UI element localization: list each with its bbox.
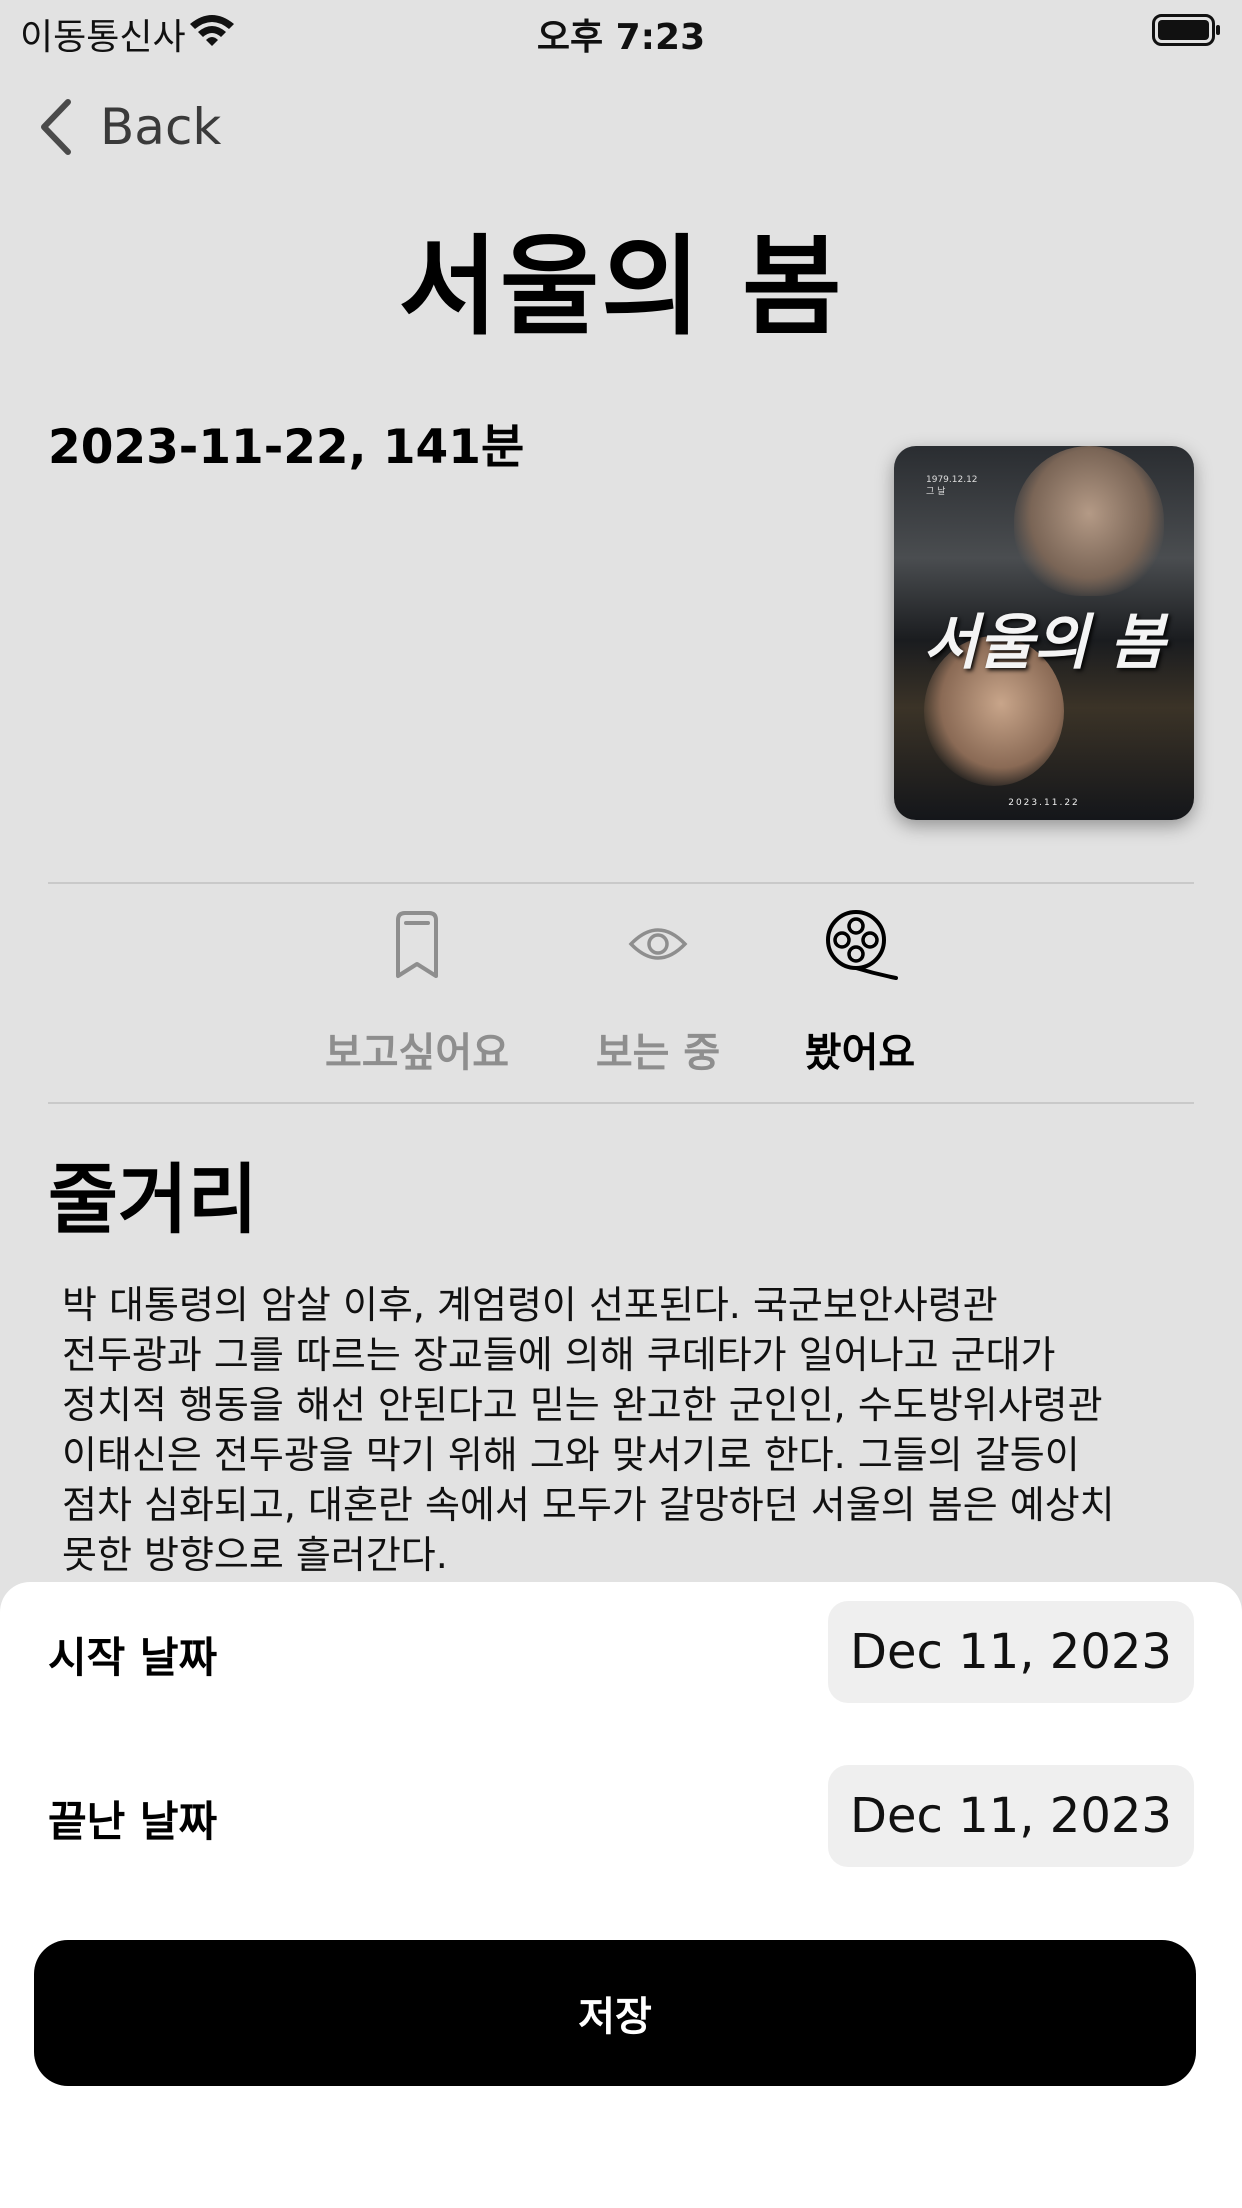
battery-icon bbox=[1152, 14, 1220, 46]
status-time: 오후 7:23 bbox=[536, 17, 706, 58]
film-reel-icon[interactable] bbox=[824, 908, 898, 982]
end-date-picker[interactable]: Dec 11, 2023 bbox=[828, 1765, 1194, 1867]
back-chevron-icon[interactable] bbox=[36, 96, 76, 158]
poster-date: 2023.11.22 bbox=[1008, 798, 1080, 808]
back-button[interactable]: Back bbox=[100, 98, 221, 156]
synopsis-text: 박 대통령의 암살 이후, 계엄령이 선포된다. 국군보안사령관 전두광과 그를… bbox=[62, 1283, 1115, 1577]
movie-title: 서울의 봄 bbox=[398, 225, 844, 350]
bookmark-icon[interactable] bbox=[392, 910, 442, 980]
divider bbox=[48, 882, 1194, 884]
tab-want-to-watch[interactable]: 보고싶어요 bbox=[312, 1020, 522, 1078]
divider bbox=[48, 1102, 1194, 1104]
start-date-picker[interactable]: Dec 11, 2023 bbox=[828, 1601, 1194, 1703]
save-button[interactable]: 저장 bbox=[34, 1940, 1196, 2086]
poster-title: 서울의 봄 bbox=[923, 608, 1165, 678]
movie-poster: 1979.12.12 그 날 서울의 봄 2023.11.22 bbox=[894, 446, 1194, 820]
movie-meta: 2023-11-22, 141분 bbox=[48, 420, 525, 475]
synopsis-heading: 줄거리 bbox=[48, 1155, 258, 1244]
end-date-label: 끝난 날짜 bbox=[48, 1797, 218, 1846]
tab-watching[interactable]: 보는 중 bbox=[568, 1020, 748, 1078]
start-date-label: 시작 날짜 bbox=[48, 1633, 218, 1682]
poster-caption-line: 1979.12.12 bbox=[926, 475, 978, 485]
poster-face-top bbox=[1014, 446, 1164, 596]
tab-watched[interactable]: 봤어요 bbox=[780, 1020, 940, 1078]
eye-icon[interactable] bbox=[628, 922, 688, 966]
poster-caption: 1979.12.12 그 날 bbox=[926, 474, 978, 498]
poster-caption-line: 그 날 bbox=[926, 487, 946, 497]
